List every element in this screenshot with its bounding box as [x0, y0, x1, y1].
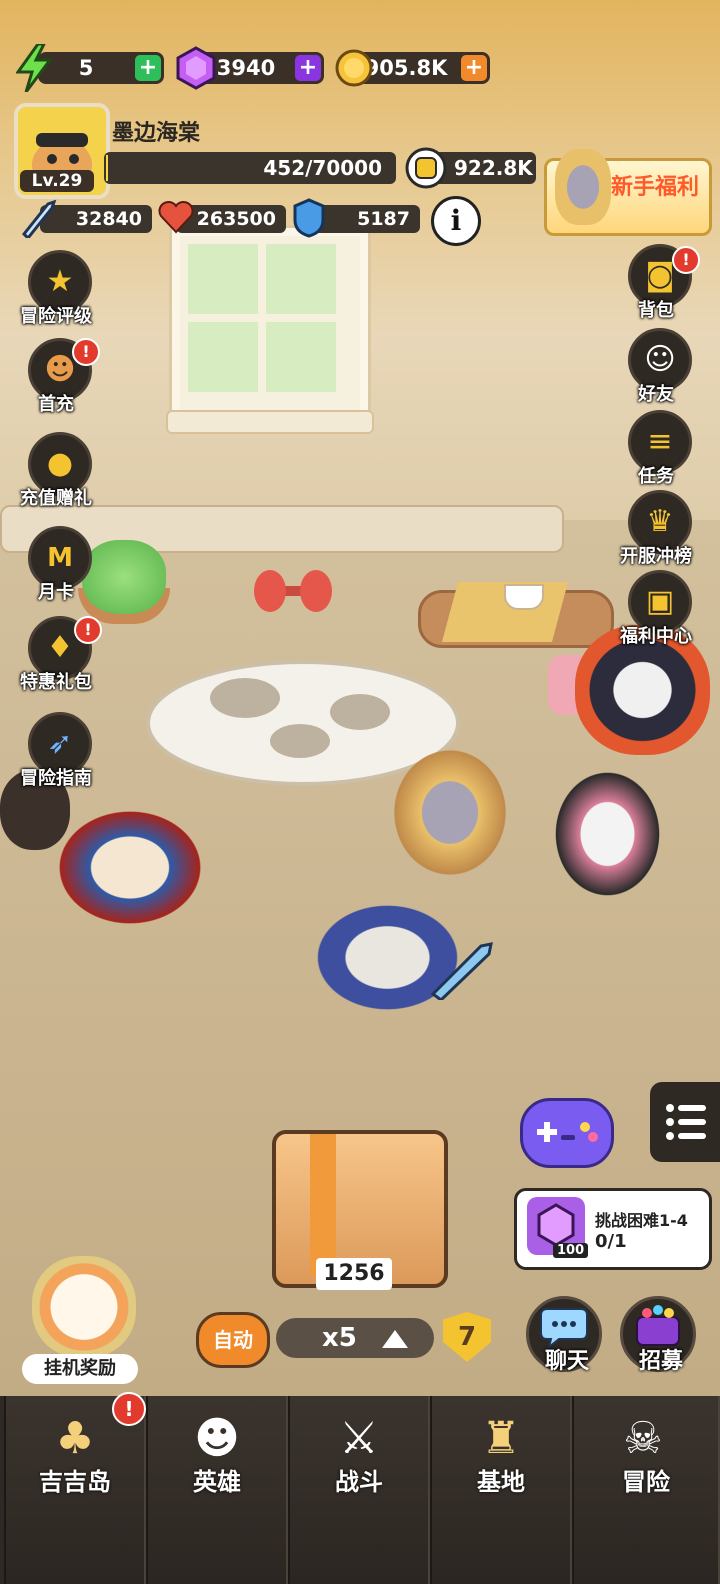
chest-count: 1256: [316, 1258, 392, 1290]
room-window: [172, 228, 368, 422]
energy-counter: 5 +: [38, 52, 164, 84]
recruit-label: 招募: [638, 1349, 683, 1374]
list-icon: [666, 1104, 706, 1140]
fist-icon: [405, 147, 447, 189]
crossed-swords-icon: ⚔: [339, 1413, 379, 1464]
chat-label: 聊天: [544, 1349, 589, 1374]
minigame-gamepad-button[interactable]: [520, 1098, 614, 1168]
quest-title: 挑战困难1-4: [595, 1211, 688, 1230]
gamepad-icon: [537, 1122, 598, 1142]
exp-bar-fill: [106, 155, 108, 181]
newbie-welfare-label: 新手福利: [610, 175, 699, 200]
idle-reward-label: 挂机奖励: [22, 1354, 138, 1384]
exp-bar: 452/70000: [104, 152, 396, 184]
gold-coin-icon: [335, 49, 373, 87]
bunny-girl-character[interactable]: [545, 760, 670, 908]
first-recharge-button[interactable]: ☻ 首充 !: [6, 338, 106, 426]
chest-tape: [310, 1134, 336, 1276]
auto-button[interactable]: 自动: [196, 1312, 270, 1368]
quest-tracker[interactable]: 100 挑战困难1-4 0/1: [514, 1188, 712, 1270]
welfare-center-button[interactable]: ▣ 福利中心: [606, 570, 706, 658]
month-card-button[interactable]: M 月卡: [6, 526, 106, 614]
hero-sword-icon: [430, 942, 493, 1000]
add-gold-button[interactable]: +: [461, 55, 487, 81]
player-name: 墨边海棠: [112, 121, 201, 146]
king-cat-on-horse-character[interactable]: [385, 740, 515, 885]
palm-island-icon: ♣: [55, 1413, 95, 1464]
tab-hero[interactable]: ☻ 英雄: [146, 1396, 288, 1584]
quest-progress: 0/1: [595, 1231, 627, 1252]
special-pack-button[interactable]: ♦ 特惠礼包 !: [6, 616, 106, 704]
teacup: [504, 584, 544, 610]
shield-icon: [293, 198, 325, 238]
lucky-cat-icon: [32, 1256, 136, 1358]
tab-island[interactable]: ♣ 吉吉岛 !: [4, 1392, 146, 1584]
wizard-cat-character[interactable]: [45, 800, 215, 935]
base-tower-icon: ♜: [481, 1413, 521, 1464]
heart-icon: [158, 201, 194, 234]
speed-multiplier-button[interactable]: x5: [276, 1318, 434, 1358]
info-button[interactable]: i: [431, 196, 481, 246]
lightning-icon: [16, 44, 52, 92]
first-recharge-alert-badge: !: [72, 338, 100, 366]
quest-reward-amount: 100: [553, 1243, 589, 1258]
dumbbell-decoration: [254, 570, 332, 612]
menu-list-button[interactable]: [650, 1082, 720, 1162]
speed-multiplier-value: x5: [322, 1323, 357, 1353]
recharge-gift-button[interactable]: ● 充值赠礼: [6, 432, 106, 520]
gem-value: 3940: [216, 56, 276, 80]
newbie-cat-icon: [555, 149, 611, 225]
newbie-welfare-banner[interactable]: 新手福利: [544, 149, 712, 236]
sword-icon: [21, 199, 57, 238]
server-ranking-button[interactable]: ♛ 开服冲榜: [606, 490, 706, 578]
tasks-button[interactable]: ≡ 任务: [606, 410, 706, 498]
chat-button[interactable]: 聊天: [526, 1296, 602, 1374]
gold-value: 905.8K: [364, 56, 448, 80]
island-alert-badge: !: [112, 1392, 146, 1426]
recruit-chest-icon: [636, 1305, 680, 1346]
adventure-guide-button[interactable]: ➶ 冒险指南: [6, 712, 106, 800]
idle-reward-button[interactable]: 挂机奖励: [12, 1250, 152, 1384]
backpack-alert-badge: !: [672, 246, 700, 274]
energy-value: 5: [78, 56, 94, 80]
backpack-button[interactable]: ◙ 背包 !: [606, 244, 706, 332]
triangle-up-icon: [382, 1330, 408, 1348]
special-pack-alert-badge: !: [74, 616, 102, 644]
add-energy-button[interactable]: +: [135, 55, 161, 81]
skull-flame-icon: ☠: [623, 1413, 663, 1464]
player-level: Lv.29: [20, 170, 94, 192]
hero-cat-icon: ☻: [194, 1413, 240, 1464]
recruit-button[interactable]: 招募: [620, 1296, 696, 1374]
friends-button[interactable]: ☺ 好友: [606, 328, 706, 416]
tab-battle[interactable]: ⚔ 战斗: [288, 1396, 430, 1584]
tab-adventure[interactable]: ☠ 冒险: [572, 1396, 720, 1584]
window-sill: [166, 410, 374, 434]
add-gems-button[interactable]: +: [295, 55, 321, 81]
tab-base[interactable]: ♜ 基地: [430, 1396, 572, 1584]
purple-gem-icon: [176, 46, 216, 90]
adventure-rating-button[interactable]: ★ 冒险评级: [6, 250, 106, 338]
